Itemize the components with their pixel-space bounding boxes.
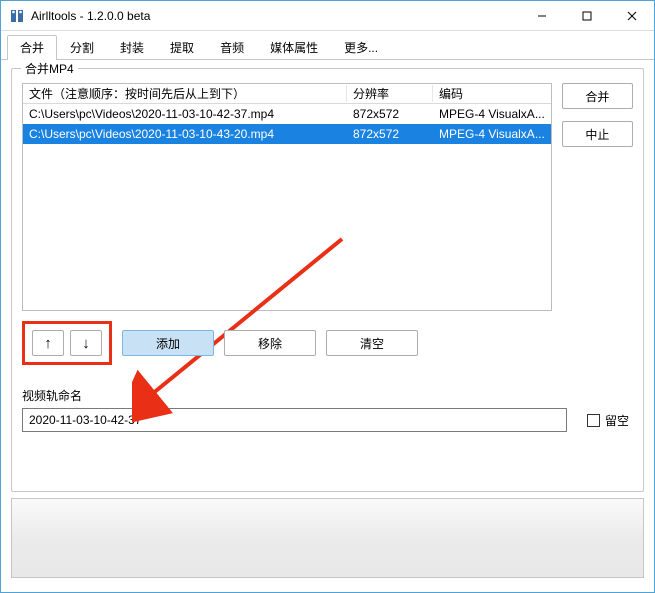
- cell-enc: MPEG-4 VisualxA...: [433, 127, 551, 141]
- up-arrow-icon: ↑: [44, 335, 52, 352]
- tab-label: 音频: [220, 41, 244, 55]
- log-output[interactable]: [11, 498, 644, 578]
- button-label: 中止: [585, 126, 609, 143]
- close-button[interactable]: [609, 1, 654, 30]
- tab-package[interactable]: 封装: [107, 35, 157, 60]
- list-header: 文件（注意顺序：按时间先后从上到下） 分辨率 编码: [23, 84, 551, 104]
- cell-res: 872x572: [347, 127, 433, 141]
- app-window: Airlltools - 1.2.0.0 beta 合并 分割 封装 提取 音频…: [0, 0, 655, 593]
- stop-button[interactable]: 中止: [562, 121, 633, 147]
- leave-empty-label: 留空: [605, 412, 629, 429]
- merge-panel: 合并MP4 文件（注意顺序：按时间先后从上到下） 分辨率 编码 C:\Users…: [11, 68, 644, 492]
- tab-label: 合并: [20, 41, 44, 55]
- tab-bar: 合并 分割 封装 提取 音频 媒体属性 更多...: [1, 31, 654, 60]
- tab-extract[interactable]: 提取: [157, 35, 207, 60]
- col-file[interactable]: 文件（注意顺序：按时间先后从上到下）: [23, 85, 347, 102]
- cell-file: C:\Users\pc\Videos\2020-11-03-10-42-37.m…: [23, 107, 347, 121]
- button-label: 清空: [360, 335, 384, 352]
- cell-file: C:\Users\pc\Videos\2020-11-03-10-43-20.m…: [23, 127, 347, 141]
- merge-button[interactable]: 合并: [562, 83, 633, 109]
- button-label: 移除: [258, 335, 282, 352]
- tab-media-props[interactable]: 媒体属性: [257, 35, 331, 60]
- add-button[interactable]: 添加: [122, 330, 214, 356]
- cell-enc: MPEG-4 VisualxA...: [433, 107, 551, 121]
- track-name-label: 视频轨命名: [22, 387, 633, 404]
- reorder-buttons-highlight: ↑ ↓: [22, 321, 112, 365]
- maximize-button[interactable]: [564, 1, 609, 30]
- titlebar: Airlltools - 1.2.0.0 beta: [1, 1, 654, 31]
- tab-label: 提取: [170, 41, 194, 55]
- list-row[interactable]: C:\Users\pc\Videos\2020-11-03-10-43-20.m…: [23, 124, 551, 144]
- remove-button[interactable]: 移除: [224, 330, 316, 356]
- track-name-input[interactable]: [22, 408, 567, 432]
- tab-label: 分割: [70, 41, 94, 55]
- tab-merge[interactable]: 合并: [7, 35, 57, 60]
- col-encoding[interactable]: 编码: [433, 85, 551, 102]
- tab-label: 更多...: [344, 41, 378, 55]
- tab-label: 封装: [120, 41, 144, 55]
- button-label: 合并: [585, 88, 609, 105]
- file-list[interactable]: 文件（注意顺序：按时间先后从上到下） 分辨率 编码 C:\Users\pc\Vi…: [22, 83, 552, 311]
- button-label: 添加: [156, 335, 180, 352]
- window-title: Airlltools - 1.2.0.0 beta: [31, 9, 150, 23]
- down-arrow-icon: ↓: [82, 335, 90, 352]
- panel-title: 合并MP4: [21, 60, 78, 77]
- list-row[interactable]: C:\Users\pc\Videos\2020-11-03-10-42-37.m…: [23, 104, 551, 124]
- tab-split[interactable]: 分割: [57, 35, 107, 60]
- tab-label: 媒体属性: [270, 41, 318, 55]
- move-up-button[interactable]: ↑: [32, 330, 64, 356]
- app-icon: [9, 8, 25, 24]
- cell-res: 872x572: [347, 107, 433, 121]
- tab-more[interactable]: 更多...: [331, 35, 391, 60]
- col-resolution[interactable]: 分辨率: [347, 85, 433, 102]
- minimize-button[interactable]: [519, 1, 564, 30]
- leave-empty-checkbox[interactable]: [587, 414, 600, 427]
- tab-audio[interactable]: 音频: [207, 35, 257, 60]
- move-down-button[interactable]: ↓: [70, 330, 102, 356]
- clear-button[interactable]: 清空: [326, 330, 418, 356]
